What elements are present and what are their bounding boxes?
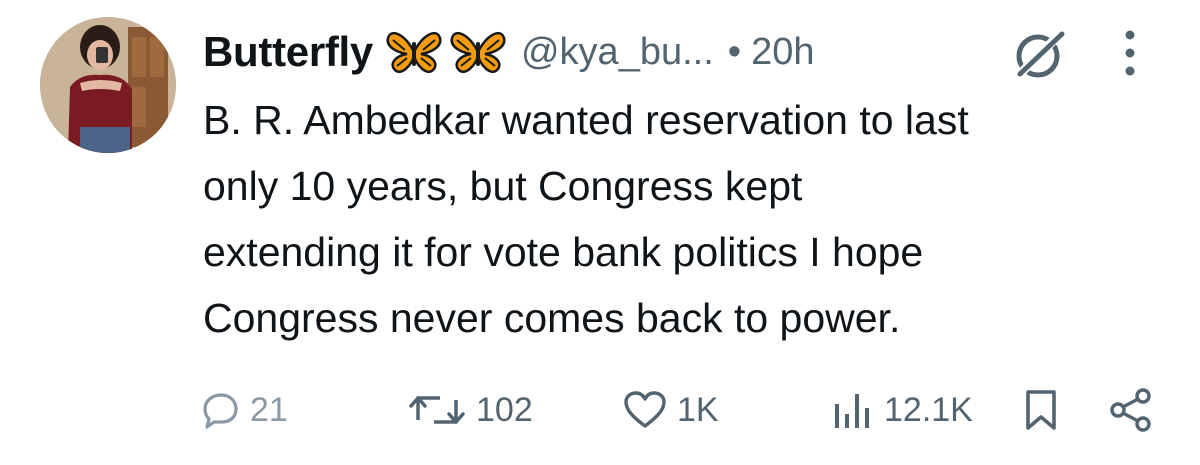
- share-button[interactable]: [1108, 380, 1154, 440]
- display-name[interactable]: Butterfly: [203, 28, 373, 76]
- grok-icon[interactable]: [1012, 28, 1068, 85]
- retweet-icon: [409, 396, 465, 424]
- butterfly-icon: [386, 32, 442, 73]
- tweet-text: B. R. Ambedkar wanted reservation to las…: [203, 97, 969, 341]
- analytics-icon: [835, 394, 869, 428]
- more-options-icon[interactable]: [1120, 28, 1140, 83]
- timestamp[interactable]: 20h: [751, 31, 814, 74]
- reply-icon: [203, 393, 238, 429]
- share-icon: [1110, 388, 1151, 432]
- action-bar: 21 102 1K 12.1K: [0, 380, 1200, 440]
- name-emojis: [385, 30, 507, 74]
- avatar[interactable]: [40, 17, 176, 153]
- butterfly-icon: [450, 32, 506, 73]
- tweet-header: Butterfly @kya_bu... • 20h: [203, 24, 815, 80]
- heart-icon: [624, 391, 666, 428]
- user-handle[interactable]: @kya_bu...: [521, 31, 714, 74]
- view-count: 12.1K: [884, 390, 973, 429]
- views-button[interactable]: 12.1K: [832, 380, 973, 440]
- separator-dot: •: [727, 30, 742, 73]
- retweet-button[interactable]: 102: [408, 380, 533, 440]
- tweet-card[interactable]: Butterfly @kya_bu... • 20h B. R. Ambedka…: [0, 0, 1200, 465]
- bookmark-button[interactable]: [1024, 380, 1058, 440]
- reply-button[interactable]: 21: [202, 380, 288, 440]
- bookmark-icon: [1026, 390, 1056, 430]
- retweet-count: 102: [476, 390, 533, 429]
- like-count: 1K: [677, 390, 719, 429]
- reply-count: 21: [250, 390, 288, 429]
- like-button[interactable]: 1K: [623, 380, 719, 440]
